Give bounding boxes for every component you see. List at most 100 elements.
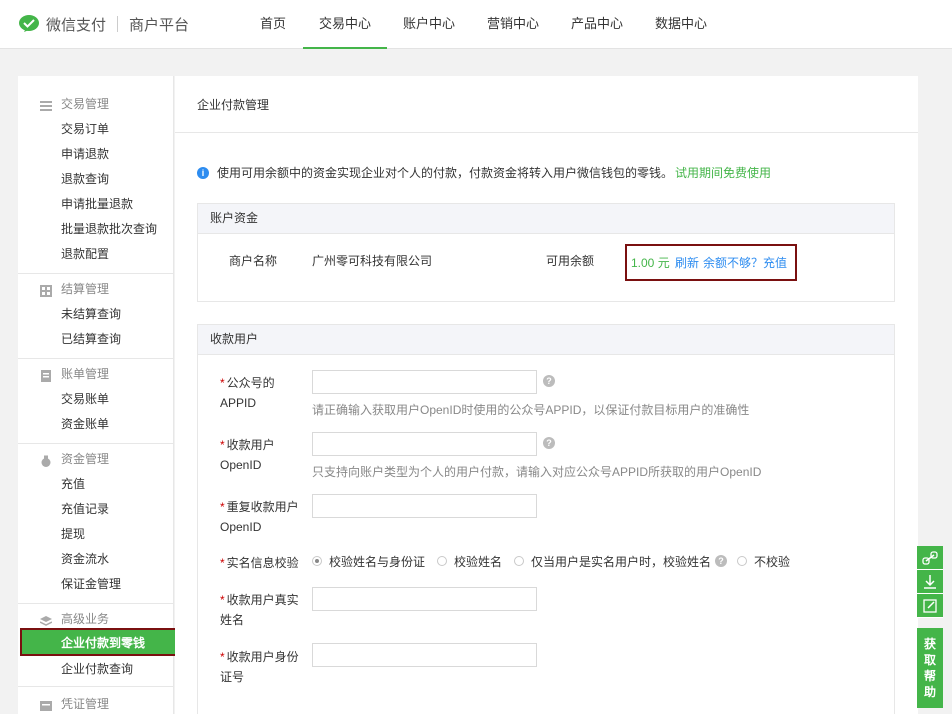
sidebar-group-transactions: 交易管理 <box>18 94 174 114</box>
id-number-label: * 收款用户身份证号 <box>220 650 299 684</box>
sidebar-item-topup[interactable]: 充值 <box>18 473 174 495</box>
help-icon[interactable]: ? <box>543 375 555 387</box>
radio-label[interactable]: 校验姓名 <box>454 553 502 570</box>
radio-label[interactable]: 仅当用户是实名用户时，校验姓名 <box>531 553 711 570</box>
account-funds-panel: 账户资金 商户名称 广州零可科技有限公司 可用余额 1.00 元 刷新 余额不够… <box>197 203 895 302</box>
nav-account-center[interactable]: 账户中心 <box>401 0 457 49</box>
required-mark: * <box>220 376 225 390</box>
brand-name: 微信支付 <box>46 16 107 34</box>
brand-logo[interactable]: 微信支付 商户平台 <box>18 13 189 35</box>
sidebar-item-deposit-management[interactable]: 保证金管理 <box>18 573 174 595</box>
sidebar-item-refund-query[interactable]: 退款查询 <box>18 168 174 190</box>
sidebar-group-advanced: 高级业务 <box>18 609 174 629</box>
sidebar-group-funds: 资金管理 <box>18 449 174 469</box>
sidebar-item-batch-refund-query[interactable]: 批量退款批次查询 <box>18 218 174 240</box>
sidebar-item-refund-config[interactable]: 退款配置 <box>18 243 174 265</box>
real-name-label: * 收款用户真实姓名 <box>220 593 299 627</box>
payee-panel: 收款用户 * 公众号的APPID ? 请正确输入获取用户OpenID时使用的公众号… <box>197 324 895 714</box>
realname-check-options: 校验姓名与身份证 校验姓名 仅当用户是实名用户时，校验姓名 ? 不校验 <box>312 551 802 571</box>
radio-check-name[interactable] <box>437 556 448 566</box>
openid-repeat-label: * 重复收款用户OpenID <box>220 500 299 534</box>
radio-label[interactable]: 校验姓名与身份证 <box>329 553 425 570</box>
sidebar-group-settlement: 结算管理 <box>18 279 174 299</box>
refresh-link[interactable]: 刷新 <box>675 254 699 271</box>
list-icon <box>40 98 52 111</box>
id-number-input[interactable] <box>312 643 537 667</box>
openid-hint: 只支持向账户类型为个人的用户付款，请输入对应公众号APPID所获取的用户Open… <box>312 465 762 479</box>
bill-icon <box>40 368 52 382</box>
required-mark: * <box>220 556 225 570</box>
nav-home[interactable]: 首页 <box>253 0 293 49</box>
info-icon: i <box>197 167 209 179</box>
appid-input[interactable] <box>312 370 537 394</box>
grid-icon <box>40 283 52 297</box>
sidebar-item-trade-bill[interactable]: 交易账单 <box>18 388 174 410</box>
help-icon[interactable]: ? <box>543 437 555 449</box>
sidebar-item-withdraw[interactable]: 提现 <box>18 523 174 545</box>
required-mark: * <box>220 650 225 664</box>
brand-subtitle: 商户平台 <box>129 16 190 34</box>
real-name-input[interactable] <box>312 587 537 611</box>
sidebar-item-fund-bill[interactable]: 资金账单 <box>18 413 174 435</box>
sidebar-item-unsettled-query[interactable]: 未结算查询 <box>18 303 174 325</box>
balance-highlight: 1.00 元 刷新 余额不够？充值 <box>625 244 797 281</box>
sidebar-item-payment-query[interactable]: 企业付款查询 <box>18 658 174 680</box>
panel-title: 收款用户 <box>198 325 894 355</box>
download-button[interactable] <box>917 570 943 594</box>
get-help-label: 获取帮助 <box>923 637 936 699</box>
sidebar-item-topup-records[interactable]: 充值记录 <box>18 498 174 520</box>
merchant-name-label: 商户名称 <box>229 254 278 268</box>
sidebar-divider <box>18 686 174 687</box>
edit-icon <box>917 599 943 621</box>
available-balance-label: 可用余额 <box>546 254 595 268</box>
info-notice: i 使用可用余额中的资金实现企业对个人的付款，付款资金将转入用户微信钱包的零钱。… <box>197 165 771 181</box>
get-help-button[interactable]: 获取帮助 <box>917 628 943 708</box>
required-mark: * <box>220 438 225 452</box>
radio-no-check[interactable] <box>737 556 748 566</box>
nav-product-center[interactable]: 产品中心 <box>569 0 625 49</box>
money-bag-icon <box>40 453 52 467</box>
sidebar-item-fund-flow[interactable]: 资金流水 <box>18 548 174 570</box>
wechat-pay-logo-icon <box>18 14 40 34</box>
required-mark: * <box>220 500 225 514</box>
page-title: 企业付款管理 <box>197 98 270 112</box>
free-trial-link[interactable]: 试用期间免费使用 <box>675 165 771 181</box>
floating-toolbar <box>917 546 943 618</box>
sidebar-item-apply-refund[interactable]: 申请退款 <box>18 143 174 165</box>
voucher-icon <box>40 698 52 711</box>
sidebar-divider <box>18 443 174 444</box>
appid-label: * 公众号的APPID <box>220 376 275 410</box>
radio-label[interactable]: 不校验 <box>754 553 790 570</box>
layers-icon <box>39 613 53 626</box>
help-icon[interactable]: ? <box>715 555 728 567</box>
nav-data-center[interactable]: 数据中心 <box>653 0 709 49</box>
main-content: 企业付款管理 i 使用可用余额中的资金实现企业对个人的付款，付款资金将转入用户微… <box>175 76 918 714</box>
required-mark: * <box>220 593 225 607</box>
sidebar-divider <box>18 273 174 274</box>
available-balance-value: 1.00 元 <box>631 256 670 270</box>
sidebar-group-vouchers: 凭证管理 <box>18 694 174 714</box>
openid-input[interactable] <box>312 432 537 456</box>
nav-transaction-center[interactable]: 交易中心 <box>303 0 387 49</box>
top-bar: 微信支付 商户平台 首页 交易中心 账户中心 营销中心 产品中心 数据中心 <box>0 0 952 49</box>
sidebar-item-trade-orders[interactable]: 交易订单 <box>18 118 174 140</box>
sidebar-item-pay-to-balance[interactable]: 企业付款到零钱 <box>20 628 177 656</box>
sidebar: 交易管理 交易订单 申请退款 退款查询 申请批量退款 批量退款批次查询 退款配置… <box>18 76 177 714</box>
info-text: 使用可用余额中的资金实现企业对个人的付款，付款资金将转入用户微信钱包的零钱。 <box>217 166 674 180</box>
radio-check-name-if-verified[interactable] <box>514 556 525 566</box>
sidebar-item-settled-query[interactable]: 已结算查询 <box>18 328 174 350</box>
nav-marketing-center[interactable]: 营销中心 <box>485 0 541 49</box>
brand-divider <box>117 16 119 32</box>
appid-hint: 请正确输入获取用户OpenID时使用的公众号APPID，以保证付款目标用户的准确… <box>312 403 750 417</box>
link-button[interactable] <box>917 546 943 570</box>
openid-repeat-input[interactable] <box>312 494 537 518</box>
sidebar-group-bills: 账单管理 <box>18 364 174 384</box>
openid-label: * 收款用户OpenID <box>220 438 275 472</box>
merchant-name-value: 广州零可科技有限公司 <box>312 254 433 268</box>
realname-check-label: * 实名信息校验 <box>220 556 299 570</box>
radio-check-name-and-id[interactable] <box>312 556 322 566</box>
sidebar-divider <box>18 603 174 604</box>
sidebar-item-batch-refund[interactable]: 申请批量退款 <box>18 193 174 215</box>
topup-link[interactable]: 余额不够？充值 <box>703 254 787 271</box>
feedback-button[interactable] <box>917 594 943 618</box>
